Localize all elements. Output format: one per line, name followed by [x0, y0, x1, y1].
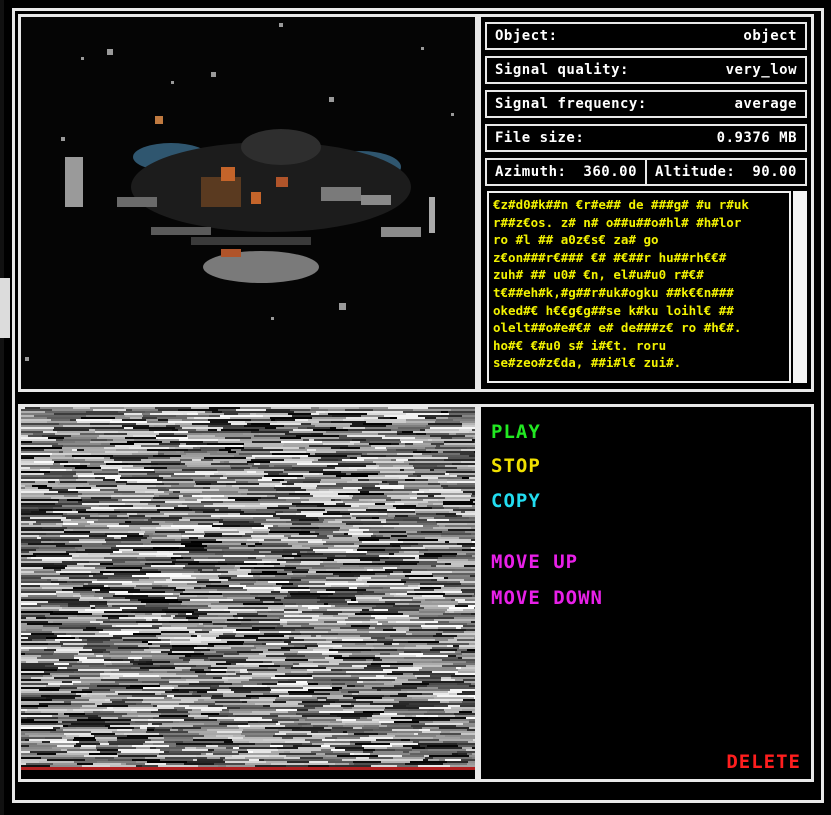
message-line: t€##eh#k,#g##r#uk#ogku ##k€€n###: [493, 284, 734, 300]
object-image-viewer: [18, 14, 478, 392]
message-line: se#zeo#z€da, ##i#l€ zui#.: [493, 355, 682, 371]
side-tab: [0, 278, 10, 338]
info-panel: Object: object Signal quality: very_low …: [478, 14, 814, 392]
message-line: zuh# ## u0# €n, el#u#u0 r#€#: [493, 267, 704, 283]
altitude-cell: Altitude: 90.00: [645, 160, 805, 184]
message-line: ro #l ## a0z€s€ za# go: [493, 232, 659, 248]
file-size-row: File size: 0.9376 MB: [485, 124, 807, 152]
signal-quality-row: Signal quality: very_low: [485, 56, 807, 84]
signal-frequency-value: average: [734, 96, 797, 112]
altitude-label: Altitude:: [655, 164, 736, 180]
copy-button[interactable]: COPY: [491, 490, 541, 512]
object-image: [21, 17, 475, 389]
azimuth-label: Azimuth:: [495, 164, 567, 180]
file-size-label: File size:: [495, 130, 585, 146]
object-label: Object:: [495, 28, 558, 44]
move-up-button[interactable]: MOVE UP: [491, 551, 578, 573]
message-line: olelt##o#e#€# e# de###z€ ro #h€#.: [493, 320, 742, 336]
message-line: €z#d0#k##n €r#e## de ###g# #u r#uk: [493, 197, 749, 212]
message-scrollbar[interactable]: [793, 191, 807, 383]
message-line: ho#€ €#u0 s# i#€t. roru: [493, 337, 667, 353]
altitude-value: 90.00: [752, 164, 797, 180]
window-edge: [0, 0, 4, 815]
message-line: oked#€ h€€g€g##se k#ku loihl€ ##: [493, 302, 734, 318]
signal-spectrogram: [18, 404, 478, 782]
signal-frequency-row: Signal frequency: average: [485, 90, 807, 118]
coordinates-row: Azimuth: 360.00 Altitude: 90.00: [485, 158, 807, 186]
signal-frequency-label: Signal frequency:: [495, 96, 647, 112]
decoded-message-text: €z#d0#k##n €r#e## de ###g# #u r#uk r##z€o…: [487, 191, 791, 383]
play-button[interactable]: PLAY: [491, 421, 541, 443]
stop-button[interactable]: STOP: [491, 455, 541, 477]
spectrogram-image: [21, 407, 475, 779]
message-line: z€on###r€### €# #€##r hu##rh€€#: [493, 249, 727, 265]
azimuth-cell: Azimuth: 360.00: [487, 160, 645, 184]
move-down-button[interactable]: MOVE DOWN: [491, 587, 603, 609]
signal-quality-value: very_low: [725, 62, 797, 78]
azimuth-value: 360.00: [583, 164, 637, 180]
signal-quality-label: Signal quality:: [495, 62, 629, 78]
message-line: r##z€os. z# n# o##u##o#hl# #h#lor: [493, 214, 742, 230]
file-size-value: 0.9376 MB: [716, 130, 797, 146]
object-row: Object: object: [485, 22, 807, 50]
controls-panel: PLAY STOP COPY MOVE UP MOVE DOWN DELETE: [478, 404, 814, 782]
delete-button[interactable]: DELETE: [726, 751, 801, 773]
object-value: object: [743, 28, 797, 44]
